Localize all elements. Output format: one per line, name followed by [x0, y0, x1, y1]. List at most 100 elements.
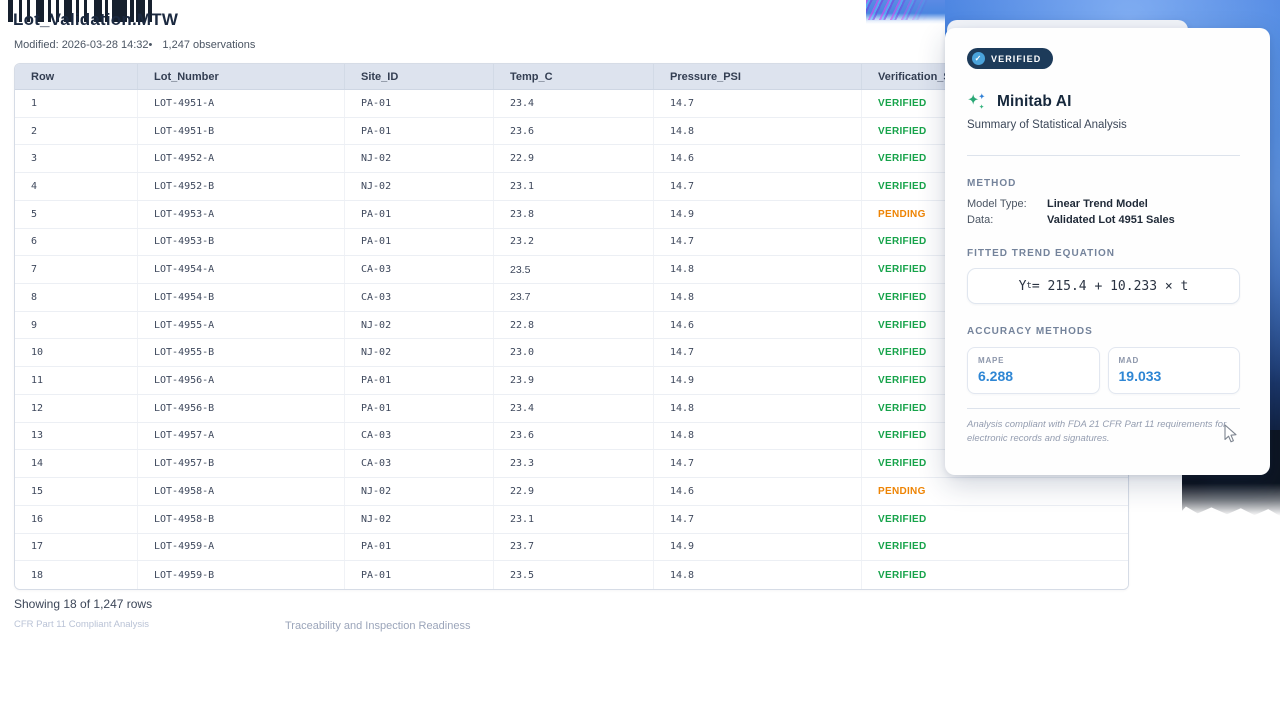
equation-rhs: = 215.4 + 10.233 × t	[1032, 279, 1189, 294]
cell-lot-number: LOT-4953-B	[138, 229, 345, 256]
method-heading: METHOD	[967, 178, 1240, 189]
cell-verification-status: VERIFIED	[862, 534, 1128, 561]
cell-pressure-psi: 14.7	[654, 229, 862, 256]
cell-row-number: 5	[15, 201, 138, 228]
cell-lot-number: LOT-4955-A	[138, 312, 345, 339]
cell-row-number: 14	[15, 450, 138, 477]
cell-temp-c: 23.5	[494, 256, 654, 283]
metric-mape-value: 6.288	[978, 368, 1089, 384]
cell-temp-c: 22.8	[494, 312, 654, 339]
cell-verification-status: VERIFIED	[862, 561, 1128, 589]
cell-pressure-psi: 14.7	[654, 90, 862, 117]
metric-mad: MAD 19.033	[1108, 347, 1241, 394]
cell-site-id: PA-01	[345, 534, 494, 561]
cell-pressure-psi: 14.6	[654, 145, 862, 172]
cell-site-id: NJ-02	[345, 506, 494, 533]
cell-site-id: PA-01	[345, 229, 494, 256]
compliance-label: CFR Part 11 Compliant Analysis	[14, 619, 149, 630]
cell-site-id: NJ-02	[345, 339, 494, 366]
table-row[interactable]: 15 LOT-4958-A NJ-02 22.9 14.6 PENDING	[15, 478, 1128, 506]
column-header-row: Row	[15, 64, 138, 89]
divider	[967, 408, 1240, 409]
compliance-note: Analysis compliant with FDA 21 CFR Part …	[967, 418, 1240, 447]
cell-lot-number: LOT-4952-B	[138, 173, 345, 200]
mouse-cursor-icon	[1224, 424, 1238, 444]
sparkle-icon	[967, 91, 988, 112]
table-row[interactable]: 16 LOT-4958-B NJ-02 23.1 14.7 VERIFIED	[15, 506, 1128, 534]
accuracy-heading: ACCURACY METHODS	[967, 326, 1240, 337]
column-header-site-id: Site_ID	[345, 64, 494, 89]
table-row[interactable]: 18 LOT-4959-B PA-01 23.5 14.8 VERIFIED	[15, 561, 1128, 589]
cell-lot-number: LOT-4958-B	[138, 506, 345, 533]
trend-equation: Yt = 215.4 + 10.233 × t	[967, 268, 1240, 304]
column-header-pressure-psi: Pressure_PSI	[654, 64, 862, 89]
verified-badge-label: VERIFIED	[991, 54, 1041, 64]
column-header-temp-c: Temp_C	[494, 64, 654, 89]
cell-row-number: 7	[15, 256, 138, 283]
cell-lot-number: LOT-4952-A	[138, 145, 345, 172]
cell-lot-number: LOT-4954-A	[138, 256, 345, 283]
traceability-label: Traceability and Inspection Readiness	[285, 620, 470, 632]
cell-row-number: 3	[15, 145, 138, 172]
cell-site-id: PA-01	[345, 395, 494, 422]
cell-site-id: CA-03	[345, 450, 494, 477]
cell-pressure-psi: 14.6	[654, 312, 862, 339]
cell-lot-number: LOT-4953-A	[138, 201, 345, 228]
cell-lot-number: LOT-4951-B	[138, 118, 345, 145]
cell-pressure-psi: 14.7	[654, 173, 862, 200]
column-header-lot-number: Lot_Number	[138, 64, 345, 89]
cell-temp-c: 23.4	[494, 395, 654, 422]
cell-pressure-psi: 14.8	[654, 118, 862, 145]
cell-lot-number: LOT-4956-A	[138, 367, 345, 394]
cell-lot-number: LOT-4954-B	[138, 284, 345, 311]
metric-mape: MAPE 6.288	[967, 347, 1100, 394]
cell-temp-c: 22.9	[494, 145, 654, 172]
cell-site-id: CA-03	[345, 256, 494, 283]
worksheet-title: Lot_Validation.MTW	[13, 10, 178, 30]
cell-lot-number: LOT-4951-A	[138, 90, 345, 117]
worksheet-meta: Modified: 2026-03-28 14:32•1,247 observa…	[14, 39, 255, 51]
cell-pressure-psi: 14.9	[654, 367, 862, 394]
data-label: Data:	[967, 214, 1047, 226]
cell-pressure-psi: 14.7	[654, 506, 862, 533]
cell-row-number: 6	[15, 229, 138, 256]
cell-site-id: PA-01	[345, 90, 494, 117]
cell-row-number: 17	[15, 534, 138, 561]
metric-mad-label: MAD	[1119, 356, 1230, 365]
cell-pressure-psi: 14.8	[654, 284, 862, 311]
verified-badge: ✓ VERIFIED	[967, 48, 1053, 69]
model-type-label: Model Type:	[967, 198, 1047, 210]
model-type-value: Linear Trend Model	[1047, 198, 1148, 210]
cell-temp-c: 23.7	[494, 284, 654, 311]
cell-site-id: PA-01	[345, 118, 494, 145]
cell-row-number: 10	[15, 339, 138, 366]
cell-temp-c: 23.9	[494, 367, 654, 394]
minitab-ai-card: ✓ VERIFIED Minitab AI Summary of Statist…	[945, 28, 1270, 475]
cell-temp-c: 23.3	[494, 450, 654, 477]
metric-mad-value: 19.033	[1119, 368, 1230, 384]
cell-temp-c: 23.4	[494, 90, 654, 117]
cell-temp-c: 23.1	[494, 506, 654, 533]
data-value: Validated Lot 4951 Sales	[1047, 214, 1175, 226]
cell-pressure-psi: 14.8	[654, 395, 862, 422]
cell-temp-c: 23.8	[494, 201, 654, 228]
cell-row-number: 13	[15, 423, 138, 450]
observation-count: 1,247 observations	[162, 39, 255, 51]
card-title: Minitab AI	[997, 93, 1071, 111]
cell-lot-number: LOT-4957-A	[138, 423, 345, 450]
divider	[967, 155, 1240, 156]
table-row[interactable]: 17 LOT-4959-A PA-01 23.7 14.9 VERIFIED	[15, 534, 1128, 562]
cell-lot-number: LOT-4956-B	[138, 395, 345, 422]
metric-mape-label: MAPE	[978, 356, 1089, 365]
row-count-status: Showing 18 of 1,247 rows	[14, 597, 152, 611]
cell-verification-status: VERIFIED	[862, 506, 1128, 533]
cell-lot-number: LOT-4959-B	[138, 561, 345, 589]
cell-pressure-psi: 14.7	[654, 339, 862, 366]
cell-row-number: 1	[15, 90, 138, 117]
cell-site-id: CA-03	[345, 423, 494, 450]
cell-pressure-psi: 14.9	[654, 201, 862, 228]
cell-pressure-psi: 14.7	[654, 450, 862, 477]
cell-pressure-psi: 14.8	[654, 423, 862, 450]
cell-site-id: CA-03	[345, 284, 494, 311]
cell-row-number: 15	[15, 478, 138, 505]
